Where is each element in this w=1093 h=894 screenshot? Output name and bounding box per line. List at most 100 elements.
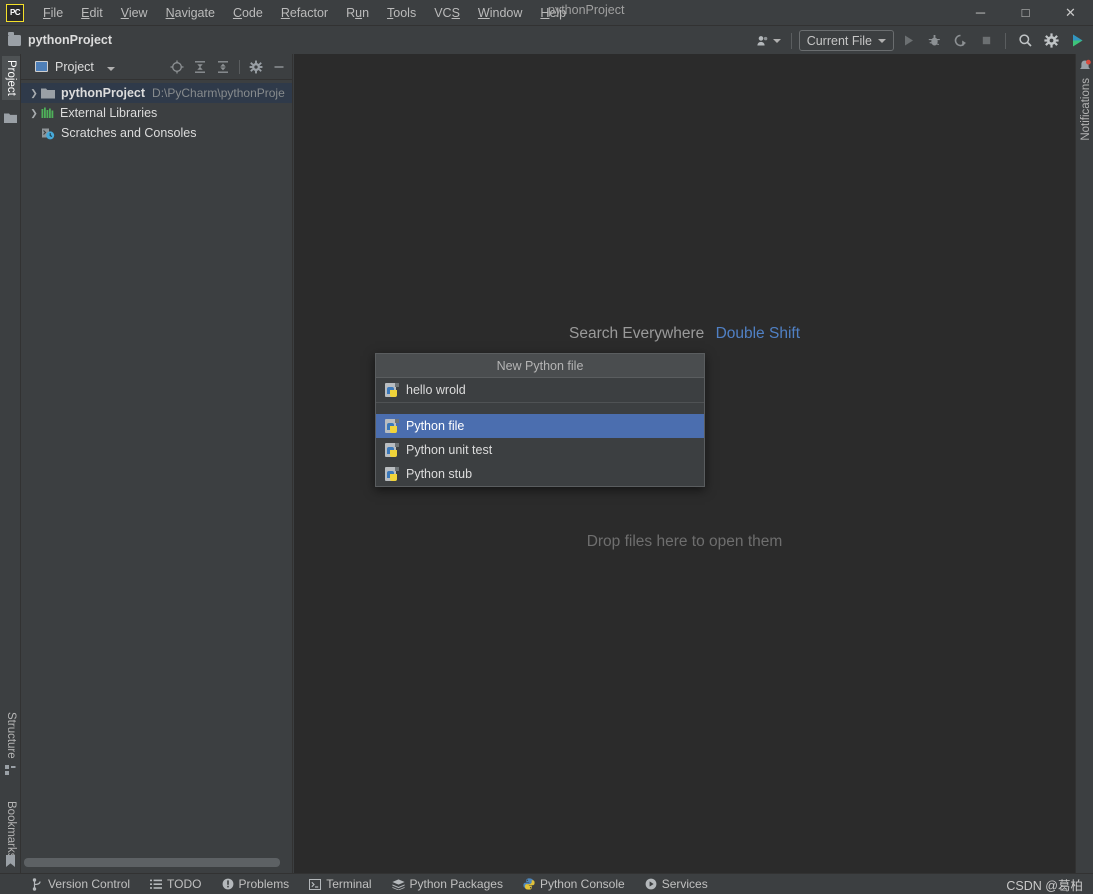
- chevron-down-icon: [106, 66, 115, 71]
- ide-services-icon[interactable]: [1065, 29, 1089, 52]
- menu-item-vcs[interactable]: VCS: [425, 3, 469, 23]
- status-bar-item-label: Python Console: [539, 877, 625, 891]
- pycharm-window: PC File Edit View Navigate Code Refactor Run To…: [0, 0, 1093, 894]
- right-tool-stripe: Notifications: [1075, 54, 1093, 873]
- stop-icon[interactable]: [974, 29, 998, 52]
- breadcrumb[interactable]: pythonProject: [28, 33, 112, 47]
- sidebar-item-notifications[interactable]: Notifications: [1077, 74, 1093, 145]
- hide-panel-icon[interactable]: [268, 56, 290, 78]
- status-bar-item-label: Problems: [238, 877, 290, 891]
- python-file-icon: [385, 418, 399, 434]
- window-title: pythonProject: [548, 3, 625, 17]
- project-tree: ❯ pythonProject D:\PyCharm\pythonProje ❯ Ext…: [21, 80, 292, 143]
- chevron-right-icon[interactable]: ❯: [27, 88, 41, 99]
- menu-item-code[interactable]: Code: [224, 3, 272, 23]
- toolbar-divider: [239, 59, 240, 74]
- toolbar-divider: [1005, 32, 1006, 49]
- minimize-button[interactable]: ─: [958, 0, 1003, 25]
- popup-item[interactable]: Python stub: [376, 462, 704, 486]
- sidebar-item-project[interactable]: Project: [2, 56, 20, 100]
- status-bar: Version Control TODO Problems Terminal Pytho…: [0, 873, 1093, 894]
- project-horizontal-scrollbar[interactable]: [24, 858, 290, 867]
- minimize-icon: ─: [975, 5, 986, 20]
- project-panel-toolbar: [166, 56, 290, 78]
- tree-row[interactable]: ❯ External Libraries: [21, 103, 292, 123]
- status-bar-item-label: Python Packages: [409, 877, 503, 891]
- folder-icon: [41, 87, 55, 99]
- search-icon[interactable]: [1013, 29, 1037, 52]
- select-opened-file-icon[interactable]: [166, 56, 188, 78]
- menu-item-view[interactable]: View: [112, 3, 157, 23]
- window-controls: ─ □ ✕: [958, 0, 1093, 25]
- status-bar-item-python-console[interactable]: Python Console: [513, 874, 635, 894]
- menu-item-window[interactable]: Window: [469, 3, 531, 23]
- popup-item-label: hello wrold: [406, 383, 466, 397]
- expand-all-icon[interactable]: [189, 56, 211, 78]
- run-icon[interactable]: [896, 29, 920, 52]
- status-bar-item-terminal[interactable]: Terminal: [299, 874, 381, 894]
- maximize-button[interactable]: □: [1003, 0, 1048, 25]
- project-panel-title[interactable]: Project: [55, 60, 94, 74]
- popup-item[interactable]: hello wrold: [376, 378, 704, 402]
- status-bar-item-label: Services: [661, 877, 708, 891]
- status-bar-item-version-control[interactable]: Version Control: [22, 874, 140, 894]
- menu-item-file[interactable]: File: [34, 3, 72, 23]
- status-bar-item-python-packages[interactable]: Python Packages: [382, 874, 513, 894]
- status-bar-item-label: Terminal: [326, 877, 372, 891]
- search-everywhere-hint: Search Everywhere Double Shift: [294, 325, 1075, 343]
- tree-row-label: External Libraries: [60, 106, 158, 120]
- status-bar-item-problems[interactable]: Problems: [212, 874, 300, 894]
- debug-icon[interactable]: [922, 29, 946, 52]
- popup-recent-group: hello wrold: [376, 378, 704, 402]
- play-circle-icon: [645, 878, 657, 890]
- list-icon: [150, 879, 163, 890]
- tree-row-label: Scratches and Consoles: [61, 126, 197, 140]
- watermark: CSDN @葛柏: [1006, 878, 1083, 893]
- bookmark-icon: [5, 855, 16, 873]
- close-button[interactable]: ✕: [1048, 0, 1093, 25]
- popup-item[interactable]: Python unit test: [376, 438, 704, 462]
- menu-item-tools[interactable]: Tools: [378, 3, 425, 23]
- tree-row-label: pythonProject: [61, 86, 146, 100]
- close-icon: ✕: [1065, 4, 1076, 20]
- menu-item-navigate[interactable]: Navigate: [157, 3, 224, 23]
- popup-item[interactable]: Python file: [376, 414, 704, 438]
- run-configuration-selector[interactable]: Current File: [798, 30, 894, 51]
- sidebar-item-structure[interactable]: Structure: [2, 708, 20, 763]
- status-bar-item-services[interactable]: Services: [635, 874, 718, 894]
- scratches-icon: [41, 127, 55, 140]
- warning-circle-icon: [222, 878, 234, 890]
- folder-stripe-icon[interactable]: [4, 110, 17, 128]
- tree-row-path: D:\PyCharm\pythonProje: [152, 86, 285, 100]
- user-accounts-icon[interactable]: [754, 29, 784, 52]
- scrollbar-thumb[interactable]: [24, 858, 280, 867]
- settings-gear-icon[interactable]: [1039, 29, 1063, 52]
- sidebar-item-label: Notifications: [1080, 78, 1092, 141]
- chevron-down-icon: [878, 38, 886, 43]
- popup-templates-group: Python file Python unit test Python stub: [376, 414, 704, 486]
- status-bar-item-todo[interactable]: TODO: [140, 874, 211, 894]
- sidebar-item-bookmarks[interactable]: Bookmarks: [2, 797, 20, 863]
- collapse-all-icon[interactable]: [212, 56, 234, 78]
- tree-row[interactable]: Scratches and Consoles: [21, 123, 292, 143]
- panel-settings-gear-icon[interactable]: [245, 56, 267, 78]
- project-view-dropdown[interactable]: [106, 58, 115, 76]
- menu-item-run[interactable]: Run: [337, 3, 378, 23]
- popup-title: New Python file: [376, 354, 704, 378]
- popup-item-label: Python unit test: [406, 443, 493, 457]
- popup-separator: [376, 402, 704, 414]
- project-tool-window: Project ❯ pythonProject D:\PyCharm\pytho…: [21, 54, 293, 873]
- search-everywhere-label: Search Everywhere: [568, 325, 705, 342]
- new-file-popup: New Python file hello wrold Python file P…: [375, 353, 705, 487]
- search-everywhere-shortcut: Double Shift: [715, 325, 801, 342]
- maximize-icon: □: [1021, 5, 1030, 20]
- left-tool-stripe: Project Structure Bookmarks: [0, 54, 21, 873]
- menu-item-edit[interactable]: Edit: [72, 3, 112, 23]
- chevron-right-icon[interactable]: ❯: [27, 108, 41, 119]
- run-coverage-icon[interactable]: [948, 29, 972, 52]
- status-bar-item-label: TODO: [167, 877, 202, 891]
- python-file-icon: [385, 382, 399, 398]
- menu-item-refactor[interactable]: Refactor: [272, 3, 337, 23]
- structure-icon: [5, 762, 16, 780]
- tree-row[interactable]: ❯ pythonProject D:\PyCharm\pythonProje: [21, 83, 292, 103]
